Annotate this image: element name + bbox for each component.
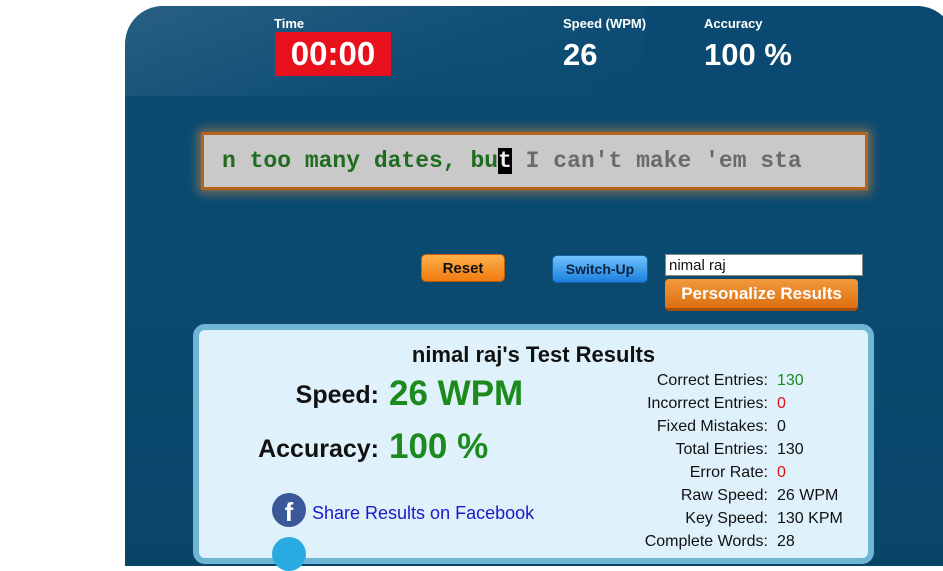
detail-label: Fixed Mistakes: <box>656 418 768 435</box>
accuracy-label: Accuracy <box>704 16 763 31</box>
detail-label: Total Entries: <box>675 441 768 458</box>
result-accuracy-label: Accuracy: <box>258 435 379 463</box>
personalize-results-button[interactable]: Personalize Results <box>665 279 858 311</box>
twitter-icon[interactable] <box>272 537 306 571</box>
detail-value: 0 <box>777 395 786 412</box>
time-label: Time <box>274 16 305 31</box>
result-accuracy-value: 100 % <box>389 427 489 466</box>
detail-value: 0 <box>777 464 786 481</box>
speed-value: 26 <box>563 37 598 72</box>
detail-label: Complete Words: <box>644 533 768 550</box>
typing-area[interactable]: n too many dates, but I can't make 'em s… <box>201 132 868 190</box>
remaining-text: I can't make 'em sta <box>511 148 802 174</box>
detail-value: 28 <box>777 533 795 550</box>
reset-button[interactable]: Reset <box>421 254 505 282</box>
detail-value: 0 <box>777 418 786 435</box>
results-title: nimal raj's Test Results <box>411 342 656 367</box>
result-speed-value: 26 WPM <box>389 374 524 413</box>
facebook-icon[interactable]: f <box>272 493 306 527</box>
result-speed-label: Speed: <box>295 381 379 409</box>
detail-label: Raw Speed: <box>680 487 768 504</box>
detail-label: Correct Entries: <box>656 372 768 389</box>
typed-text: n too many dates, bu <box>222 148 499 174</box>
accuracy-value: 100 % <box>704 37 792 72</box>
share-facebook-link[interactable]: Share Results on Facebook <box>312 503 534 524</box>
name-input[interactable] <box>665 254 863 276</box>
detail-value: 130 <box>777 441 804 458</box>
results-panel: nimal raj's Test Results Speed: 26 WPM A… <box>193 324 874 571</box>
switch-up-button[interactable]: Switch-Up <box>552 255 648 283</box>
detail-value: 130 KPM <box>777 510 843 527</box>
detail-label: Error Rate: <box>689 464 768 481</box>
speed-label: Speed (WPM) <box>563 16 647 31</box>
detail-value: 26 WPM <box>777 487 839 504</box>
timer-display: 00:00 <box>275 32 391 76</box>
cursor-character: t <box>498 148 512 174</box>
detail-value: 130 <box>777 372 804 389</box>
detail-label: Key Speed: <box>685 510 768 527</box>
detail-label: Incorrect Entries: <box>647 395 768 412</box>
